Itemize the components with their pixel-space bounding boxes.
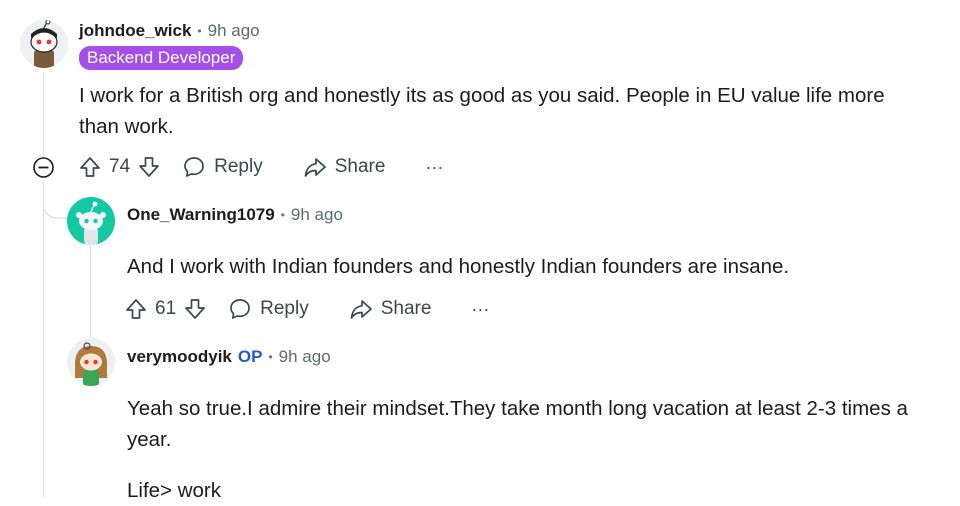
reply-icon	[230, 299, 250, 319]
comment-paragraph: Life> work	[127, 479, 222, 502]
comment-line: I work for a British org and honestly it…	[79, 84, 885, 107]
reply-label: Reply	[260, 298, 309, 319]
share-label: Share	[334, 156, 386, 177]
vote-score: 61	[155, 298, 177, 319]
upvote-icon[interactable]	[79, 156, 101, 178]
separator: •	[280, 208, 285, 222]
share-button[interactable]: Share	[303, 155, 386, 179]
comment-body: Yeah so true.I admire their mindset.They…	[127, 393, 908, 455]
thread-branch	[43, 182, 69, 219]
vote-score: 74	[109, 156, 131, 177]
avatar[interactable]	[67, 338, 115, 386]
user-flair: Backend Developer	[79, 46, 244, 70]
vote-group: 74	[79, 156, 160, 178]
comment-line: Yeah so true.I admire their mindset.They…	[127, 397, 908, 420]
timestamp[interactable]: 9h ago	[291, 205, 343, 225]
more-icon: ···	[425, 156, 444, 177]
thread-line[interactable]	[90, 246, 91, 342]
reply-button[interactable]: Reply	[182, 155, 263, 179]
comment-line: And I work with Indian founders and hone…	[127, 255, 790, 278]
share-label: Share	[380, 298, 432, 319]
downvote-icon[interactable]	[138, 156, 160, 178]
comment-line: year.	[127, 428, 172, 451]
comment-meta: One_Warning1079 • 9h ago	[127, 204, 343, 226]
more-options-button[interactable]: ···	[471, 299, 489, 320]
op-badge: OP	[237, 347, 263, 366]
timestamp[interactable]: 9h ago	[208, 21, 260, 41]
comment-actions: 61 Reply Share ···	[125, 294, 489, 324]
downvote-icon[interactable]	[184, 298, 206, 320]
share-button[interactable]: Share	[349, 297, 432, 321]
separator: •	[197, 24, 202, 38]
comment-body: And I work with Indian founders and hone…	[127, 251, 789, 282]
snoo-avatar-icon	[30, 20, 58, 68]
share-icon	[350, 300, 372, 319]
more-options-button[interactable]: ···	[425, 157, 443, 178]
collapse-icon[interactable]	[32, 156, 55, 179]
thread-line[interactable]	[43, 182, 44, 497]
username[interactable]: verymoodyik	[127, 347, 232, 367]
vote-group: 61	[125, 298, 206, 320]
snoo-avatar-icon	[76, 201, 106, 245]
separator: •	[268, 350, 273, 364]
comment-meta: johndoe_wick • 9h ago	[79, 20, 260, 42]
more-icon: ···	[471, 298, 490, 319]
avatar[interactable]	[20, 20, 68, 68]
thread-line[interactable]	[43, 72, 44, 158]
snoo-avatar-icon	[75, 342, 107, 386]
comment-body: I work for a British org and honestly it…	[79, 80, 885, 142]
upvote-icon[interactable]	[125, 298, 147, 320]
timestamp[interactable]: 9h ago	[279, 347, 331, 367]
username[interactable]: One_Warning1079	[127, 205, 275, 225]
reply-button[interactable]: Reply	[228, 297, 309, 321]
username[interactable]: johndoe_wick	[79, 21, 191, 41]
reply-label: Reply	[214, 156, 263, 177]
share-icon	[304, 158, 326, 177]
comment-actions: 74 Reply Share ···	[79, 152, 443, 182]
reply-icon	[184, 157, 204, 177]
comment-meta: verymoodyik OP • 9h ago	[127, 346, 331, 368]
avatar[interactable]	[67, 197, 115, 245]
comment-line: than work.	[79, 115, 174, 138]
